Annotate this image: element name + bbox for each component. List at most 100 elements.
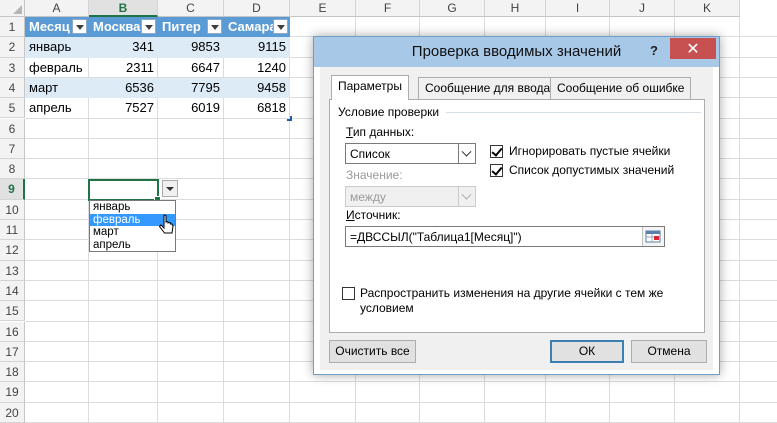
table-cell-text: 6818 xyxy=(257,100,286,116)
row-header-15[interactable]: 15 xyxy=(0,301,25,322)
column-header-e[interactable]: E xyxy=(290,0,356,17)
value-select: между xyxy=(345,186,476,207)
row-header-11[interactable]: 11 xyxy=(0,220,25,241)
row-header-14[interactable]: 14 xyxy=(0,280,25,302)
row-header-17[interactable]: 17 xyxy=(0,341,25,363)
help-button[interactable]: ? xyxy=(643,41,665,61)
clear-all-button[interactable]: Очистить все xyxy=(329,340,416,363)
column-header-a[interactable]: A xyxy=(25,0,89,17)
table-cell[interactable]: 6818 xyxy=(224,98,290,118)
table-cell[interactable]: февраль xyxy=(25,58,89,78)
dialog-body: Параметры Сообщение для ввода Сообщение … xyxy=(320,67,713,370)
table-cell[interactable]: январь xyxy=(25,37,89,58)
value-label: Значение: xyxy=(346,168,403,182)
apply-all-label-line2: условием xyxy=(360,301,414,315)
row-header-20[interactable]: 20 xyxy=(0,402,25,423)
column-header-k[interactable]: K xyxy=(675,0,740,17)
dialog-titlebar[interactable]: Проверка вводимых значений ? ✕ xyxy=(314,37,719,67)
table-cell-text: 1240 xyxy=(257,59,286,75)
tab-input-message[interactable]: Сообщение для ввода xyxy=(418,77,558,99)
cell-dropdown-arrow-icon[interactable] xyxy=(162,180,178,197)
column-header-i[interactable]: I xyxy=(546,0,610,17)
row-header-2[interactable]: 2 xyxy=(0,37,25,58)
table-cell[interactable]: 9853 xyxy=(158,37,224,58)
table-cell[interactable]: 9458 xyxy=(224,77,290,99)
column-header-g[interactable]: G xyxy=(420,0,485,17)
table-cell[interactable]: 9115 xyxy=(224,37,290,58)
source-label: Источник: xyxy=(346,208,401,222)
column-header-f[interactable]: F xyxy=(356,0,420,17)
row-header-13[interactable]: 13 xyxy=(0,260,25,281)
filter-dropdown-icon[interactable] xyxy=(72,19,87,34)
filter-dropdown-icon[interactable] xyxy=(273,19,288,34)
column-header-b[interactable]: B xyxy=(89,0,158,17)
group-divider xyxy=(446,112,701,113)
table-cell-text: 7795 xyxy=(191,79,220,95)
dropdown-item[interactable]: январь xyxy=(90,201,175,214)
ignore-blank-label: Игнорировать пустые ячейки xyxy=(509,144,671,158)
table-cell[interactable]: 6019 xyxy=(158,98,224,118)
row-header-10[interactable]: 10 xyxy=(0,199,25,220)
grid-hline xyxy=(25,401,777,403)
filter-dropdown-icon[interactable] xyxy=(141,19,156,34)
row-header-6[interactable]: 6 xyxy=(0,118,25,139)
row-header-4[interactable]: 4 xyxy=(0,77,25,99)
tab-parameters[interactable]: Параметры xyxy=(331,75,409,100)
row-header-18[interactable]: 18 xyxy=(0,362,25,383)
source-input[interactable]: =ДВССЫЛ("Таблица1[Месяц]") xyxy=(345,226,665,247)
row-header-1[interactable]: 1 xyxy=(0,17,25,38)
active-cell-b9[interactable] xyxy=(88,179,161,203)
chevron-down-icon[interactable] xyxy=(458,144,475,163)
table-cell[interactable]: 6647 xyxy=(158,58,224,78)
table-cell[interactable]: 6536 xyxy=(89,77,158,99)
row-header-19[interactable]: 19 xyxy=(0,382,25,403)
cancel-button[interactable]: Отмена xyxy=(631,340,707,363)
source-value: =ДВССЫЛ("Таблица1[Месяц]") xyxy=(350,230,522,244)
table-cell[interactable]: 1240 xyxy=(224,58,290,78)
ignore-blank-checkbox[interactable] xyxy=(490,145,503,158)
table-cell[interactable]: 2311 xyxy=(89,58,158,78)
table-cell[interactable]: 7527 xyxy=(89,98,158,118)
value-value: между xyxy=(350,190,386,204)
column-header-c[interactable]: C xyxy=(158,0,224,17)
column-header-d[interactable]: D xyxy=(224,0,290,17)
row-header-3[interactable]: 3 xyxy=(0,57,25,78)
table-cell[interactable]: март xyxy=(25,77,89,99)
table-header-cell[interactable]: Месяц xyxy=(25,17,89,38)
table-cell-text: 6536 xyxy=(125,79,154,95)
table-cell[interactable]: 341 xyxy=(89,37,158,58)
row-header-8[interactable]: 8 xyxy=(0,159,25,180)
tab-error-alert[interactable]: Сообщение об ошибке xyxy=(550,77,692,99)
in-cell-dropdown-label: Список допустимых значений xyxy=(509,163,675,177)
grid-hline xyxy=(25,381,777,383)
table-resize-handle[interactable] xyxy=(287,116,292,121)
range-select-icon[interactable] xyxy=(642,227,664,246)
collapse-dialog-icon xyxy=(645,230,661,243)
column-header-h[interactable]: H xyxy=(485,0,546,17)
dropdown-item[interactable]: апрель xyxy=(90,239,175,252)
table-cell-text: апрель xyxy=(29,100,72,116)
row-header-16[interactable]: 16 xyxy=(0,321,25,342)
table-cell[interactable]: 7795 xyxy=(158,77,224,99)
mouse-pointer-icon xyxy=(159,214,174,234)
table-header-cell-text: Самара xyxy=(228,19,277,34)
close-button[interactable]: ✕ xyxy=(670,38,716,59)
row-header-9[interactable]: 9 xyxy=(0,179,25,200)
data-type-select[interactable]: Список xyxy=(345,143,476,164)
column-header-j[interactable]: J xyxy=(610,0,675,17)
table-cell[interactable]: апрель xyxy=(25,98,89,118)
table-header-cell[interactable]: Питер xyxy=(158,17,224,38)
apply-all-checkbox[interactable] xyxy=(342,287,355,300)
select-all-corner[interactable] xyxy=(0,0,25,17)
table-header-cell[interactable]: Москва xyxy=(89,17,158,38)
row-header-7[interactable]: 7 xyxy=(0,138,25,160)
close-icon: ✕ xyxy=(686,41,700,58)
table-cell-text: 9458 xyxy=(257,79,286,95)
data-validation-dialog: Проверка вводимых значений ? ✕ Параметры… xyxy=(313,36,720,375)
row-header-5[interactable]: 5 xyxy=(0,98,25,119)
in-cell-dropdown-checkbox[interactable] xyxy=(490,164,503,177)
ok-button[interactable]: ОК xyxy=(550,340,624,363)
row-header-12[interactable]: 12 xyxy=(0,240,25,261)
filter-dropdown-icon[interactable] xyxy=(207,19,222,34)
table-header-cell[interactable]: Самара xyxy=(224,17,290,38)
